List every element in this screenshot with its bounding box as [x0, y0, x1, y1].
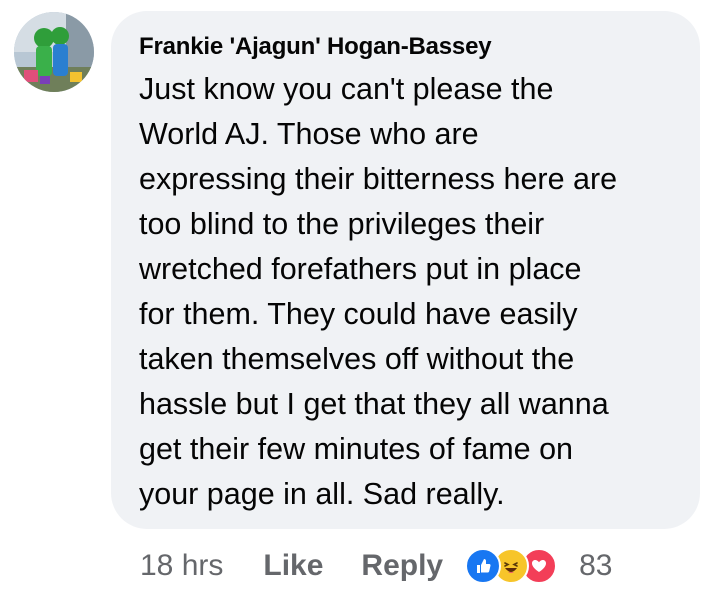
like-button[interactable]: Like — [263, 549, 323, 583]
author-name[interactable]: Frankie 'Ajagun' Hogan-Bassey — [139, 33, 680, 61]
comment-text-line: get their few minutes of fame on — [139, 432, 573, 466]
reaction-count[interactable]: 83 — [579, 549, 612, 583]
comment-text-line: wretched forefathers put in place — [139, 252, 582, 286]
reactions-summary[interactable] — [465, 548, 558, 584]
comment-text-line: hassle but I get that they all wanna — [139, 387, 609, 421]
comment-text-line: for them. They could have easily — [139, 297, 578, 331]
comment-text-line: your page in all. Sad really. — [139, 477, 505, 511]
avatar-image — [14, 12, 94, 92]
like-icon — [465, 548, 502, 584]
avatar[interactable] — [14, 12, 94, 92]
comment-bubble: Frankie 'Ajagun' Hogan-Bassey Just know … — [111, 11, 700, 529]
comment-text-line: taken themselves off without the — [139, 342, 575, 376]
timestamp[interactable]: 18 hrs — [140, 549, 223, 583]
comment-text: Just know you can't please the World AJ.… — [139, 67, 680, 517]
reply-button[interactable]: Reply — [361, 549, 443, 583]
comment-text-line: World AJ. Those who are — [139, 117, 479, 151]
comment-text-line: Just know you can't please the — [139, 72, 554, 106]
comment: Frankie 'Ajagun' Hogan-Bassey Just know … — [0, 0, 720, 593]
comment-actions: 18 hrs Like Reply 83 — [140, 543, 613, 589]
comment-text-line: too blind to the privileges their — [139, 207, 545, 241]
comment-text-line: expressing their bitterness here are — [139, 162, 618, 196]
